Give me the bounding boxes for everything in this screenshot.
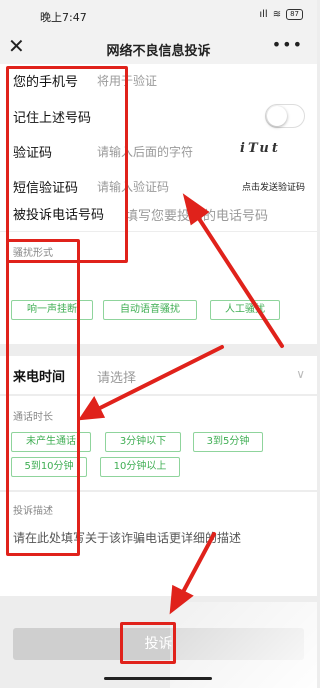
annotation-box [120,622,176,664]
status-time: 晚上7:47 [40,11,87,24]
call-time-select[interactable]: 请选择 [97,367,136,386]
remember-toggle[interactable] [265,104,305,128]
send-sms-button[interactable]: 点击发送验证码 [242,180,305,193]
signal-icon: ıll [259,9,268,20]
page-title: 网络不良信息投诉 [106,44,211,59]
duration-option[interactable]: 10分钟以上 [100,457,180,477]
annotation-box [6,239,80,556]
navbar: ✕ 网络不良信息投诉 ••• [0,30,317,64]
harass-option[interactable]: 自动语音骚扰 [103,300,197,320]
status-bar: 晚上7:47 ıll ≋ 87 [0,0,317,30]
duration-option[interactable]: 3到5分钟 [193,432,263,452]
harass-option[interactable]: 人工骚扰 [210,300,280,320]
battery-icon: 87 [286,9,303,20]
duration-option[interactable]: 3分钟以下 [105,432,181,452]
home-indicator [104,677,212,680]
captcha-image[interactable]: iTut [240,141,302,163]
status-icons: ıll ≋ 87 [259,9,303,20]
toggle-knob [267,106,287,126]
blur-overlay [170,602,317,688]
chevron-down-icon: ∨ [296,367,305,381]
more-icon[interactable]: ••• [272,35,303,54]
annotation-box [6,66,128,263]
reported-input[interactable]: 填写您要投诉的电话号码 [125,205,268,224]
wifi-icon: ≋ [272,9,282,20]
